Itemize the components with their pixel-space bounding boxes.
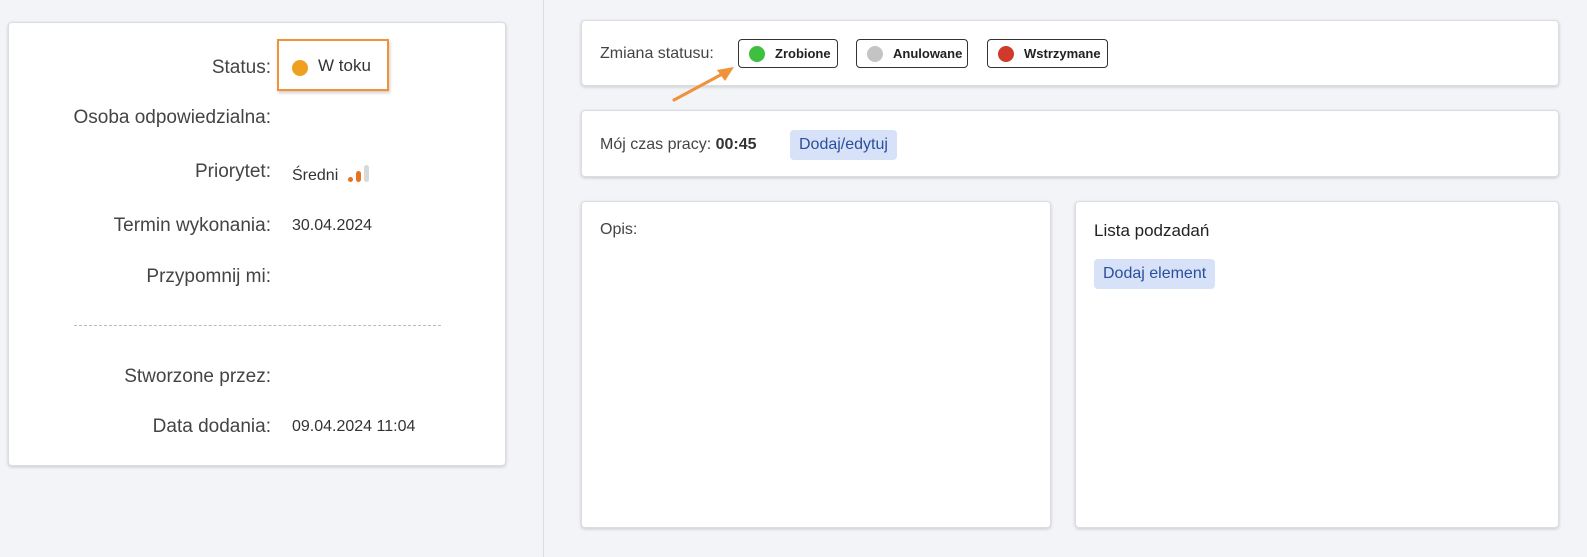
subtasks-panel: Lista podzadań Dodaj element (1075, 201, 1559, 528)
work-time-label: Mój czas pracy: (600, 136, 712, 153)
subtasks-title: Lista podzadań (1094, 221, 1210, 240)
status-label: Status: (211, 57, 271, 78)
priority-bar (364, 165, 369, 182)
status-paused-button[interactable]: Wstrzymane (987, 39, 1108, 68)
due-date-row: Termin wykonania: 30.04.2024 (9, 211, 507, 241)
responsible-label: Osoba odpowiedzialna: (73, 107, 271, 128)
work-time-panel: Mój czas pracy: 00:45 Dodaj/edytuj (581, 110, 1559, 177)
red-dot-icon (998, 46, 1014, 62)
added-date-label: Data dodania: (152, 416, 271, 437)
column-separator (543, 0, 544, 557)
remind-label: Przypomnij mi: (146, 266, 271, 287)
status-dot-icon (292, 60, 308, 76)
due-date-value[interactable]: 30.04.2024 (292, 211, 372, 241)
status-done-button[interactable]: Zrobione (738, 39, 838, 68)
responsible-row: Osoba odpowiedzialna: (9, 103, 507, 133)
annotation-arrow-icon (672, 67, 734, 102)
priority-bars-icon (348, 164, 374, 182)
details-divider (74, 325, 441, 326)
due-date-label: Termin wykonania: (113, 215, 271, 236)
priority-row: Priorytet: Średni (9, 157, 507, 187)
add-edit-time-button[interactable]: Dodaj/edytuj (790, 130, 897, 160)
status-cancelled-button[interactable]: Anulowane (856, 39, 968, 68)
description-panel[interactable]: Opis: (581, 201, 1051, 528)
work-time-value: 00:45 (715, 136, 757, 153)
added-date-row: Data dodania: 09.04.2024 11:04 (9, 412, 507, 442)
gray-dot-icon (867, 46, 883, 62)
task-details-panel: Status: W toku Osoba odpowiedzialna: Pri… (8, 22, 506, 466)
status-indicator[interactable]: W toku (277, 39, 389, 91)
added-date-value: 09.04.2024 11:04 (292, 418, 416, 435)
priority-bar (356, 171, 361, 182)
description-title: Opis: (600, 221, 638, 238)
green-dot-icon (749, 46, 765, 62)
created-by-label: Stworzone przez: (124, 366, 271, 387)
status-value: W toku (318, 56, 371, 75)
remind-row: Przypomnij mi: (9, 262, 507, 292)
priority-label: Priorytet: (194, 161, 271, 182)
created-by-row: Stworzone przez: (9, 362, 507, 392)
add-subtask-button[interactable]: Dodaj element (1094, 259, 1216, 289)
priority-bar (348, 177, 353, 182)
status-row: Status: (9, 53, 507, 83)
